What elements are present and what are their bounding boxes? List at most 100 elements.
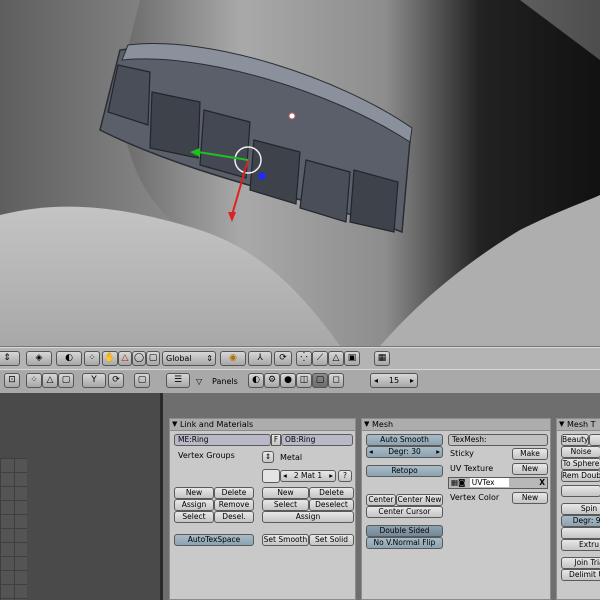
vertex-group-select[interactable]: ⇕ (262, 451, 274, 463)
center-cursor-button[interactable]: Center Cursor (366, 506, 443, 518)
no-vnormal-flip-label: No V.Normal Flip (373, 538, 436, 547)
spin-button[interactable]: Spin (561, 503, 600, 515)
vertex-select-button[interactable]: ⁘ (84, 351, 100, 366)
frame-number-field[interactable]: ◂ 15 ▸ (370, 373, 418, 388)
center-cursor-label: Center Cursor (378, 507, 431, 516)
material-index-field[interactable]: ◂ 2 Mat 1 ▸ (280, 470, 336, 482)
cube-icon: ▣ (347, 353, 357, 363)
subdivide-button[interactable]: S (589, 434, 600, 446)
scale-widget-button[interactable]: ▢ (146, 351, 160, 366)
new-label: New (521, 493, 539, 502)
pivot-select[interactable]: ◉ (220, 351, 246, 366)
material-help-button[interactable]: ? (338, 470, 352, 482)
hand-button[interactable]: ✋ (102, 351, 118, 366)
delimit-uv-button[interactable]: Delimit UV (561, 569, 600, 581)
proportional-edit-button[interactable]: ⟳ (274, 351, 292, 366)
script-context-button[interactable]: ⚙ (264, 373, 280, 388)
mesh-name-field[interactable]: ME:Ring (174, 434, 271, 446)
rotate-widget-button[interactable]: ◯ (132, 351, 146, 366)
degr-90-field[interactable]: Degr: 90 (561, 515, 600, 527)
3d-viewport[interactable] (0, 0, 600, 346)
lock-icon: ▢ (137, 375, 147, 385)
shading-context-button[interactable]: ● (280, 373, 296, 388)
vgroup-select-button[interactable]: Select (174, 511, 214, 523)
make-label: Make (520, 449, 540, 458)
scene-context-button[interactable]: ◻ (328, 373, 344, 388)
material-new-button[interactable]: New (262, 487, 309, 499)
vgroup-delete-button[interactable]: Delete (214, 487, 254, 499)
face-mode-button[interactable]: △ (328, 351, 344, 366)
editing-context-button[interactable]: ▢ (312, 373, 328, 388)
mesh-name-value: ME:Ring (178, 435, 209, 444)
mode-select[interactable]: ◈ (26, 351, 52, 366)
panels-arrow-icon[interactable]: ▽ (196, 377, 202, 387)
link-materials-title[interactable]: ▼ Link and Materials (170, 419, 355, 431)
no-vnormal-flip-toggle[interactable]: No V.Normal Flip (366, 537, 443, 549)
draw-type-select[interactable]: ◐ (56, 351, 82, 366)
edge-mode-button[interactable]: ⟋ (312, 351, 328, 366)
center-button[interactable]: Center (366, 494, 396, 506)
to-sphere-button[interactable]: To Sphere (561, 458, 600, 470)
retopo-toggle[interactable]: Retopo (366, 465, 443, 477)
rem-doubles-button[interactable]: Rem Doub (561, 470, 600, 482)
lock-button[interactable]: ▢ (134, 373, 150, 388)
collapse-icon: ▼ (559, 420, 565, 428)
beauty-toggle[interactable]: Beauty (561, 434, 589, 446)
vgroup-remove-button[interactable]: Remove (214, 499, 254, 511)
manipulator-select[interactable]: ⅄ (248, 351, 272, 366)
noise-button[interactable]: Noise (561, 446, 600, 458)
snap-button[interactable]: ⁘ (26, 373, 42, 388)
autotexspace-toggle[interactable]: AutoTexSpace (174, 534, 254, 546)
auto-smooth-toggle[interactable]: Auto Smooth (366, 434, 443, 446)
vgroup-assign-button[interactable]: Assign (174, 499, 214, 511)
vgroup-new-button[interactable]: New (174, 487, 214, 499)
orientation-select[interactable]: Global ⇕ (162, 351, 216, 366)
arrow-right-icon: ▸ (436, 447, 440, 456)
collapse-icon: ▼ (364, 420, 370, 428)
logic-context-button[interactable]: ◐ (248, 373, 264, 388)
uvtex-layer-row[interactable]: ▦◙ UVTex X (448, 477, 548, 489)
buttons-window-type[interactable]: ☰ (166, 373, 190, 388)
vertex-mode-button[interactable]: ⁛ (296, 351, 312, 366)
set-smooth-button[interactable]: Set Smooth (262, 534, 309, 546)
double-sided-toggle[interactable]: Double Sided (366, 525, 443, 537)
window-type-button[interactable]: ⊡ (4, 373, 20, 388)
material-color-swatch[interactable] (262, 469, 280, 483)
uv-texture-new-button[interactable]: New (512, 463, 548, 475)
material-deselect-button[interactable]: Deselect (309, 499, 354, 511)
object-mode-icon: ◈ (35, 353, 43, 363)
occlude-button[interactable]: ▣ (344, 351, 360, 366)
degr-field[interactable]: ◂ Degr: 30 ▸ (366, 446, 443, 458)
blank-button[interactable] (561, 485, 600, 497)
uvtex-delete-icon[interactable]: X (539, 478, 545, 488)
translate-widget-button[interactable]: △ (118, 351, 132, 366)
link-materials-panel: ▼ Link and Materials ME:Ring F OB:Ring Ve… (169, 418, 356, 600)
object-name-field[interactable]: OB:Ring (281, 434, 353, 446)
fake-user-button[interactable]: F (271, 434, 281, 446)
square-button[interactable]: ▢ (58, 373, 74, 388)
join-tria-button[interactable]: Join Tria (561, 557, 600, 569)
view-menu-button[interactable]: ⇕ (0, 351, 20, 366)
render-button[interactable]: ▦ (374, 351, 390, 366)
filter-select[interactable]: Y (82, 373, 106, 388)
material-delete-button[interactable]: Delete (309, 487, 354, 499)
material-select-button[interactable]: Select (262, 499, 309, 511)
set-solid-button[interactable]: Set Solid (309, 534, 354, 546)
tri-button[interactable]: △ (42, 373, 58, 388)
sticky-make-button[interactable]: Make (512, 448, 548, 460)
mesh-tools-title[interactable]: ▼ Mesh T (557, 419, 600, 431)
window-type-icon: ⊡ (8, 375, 16, 385)
left-pane[interactable] (0, 393, 160, 600)
extrude-button[interactable]: Extru (561, 539, 600, 551)
texmesh-field[interactable]: TexMesh: (448, 434, 548, 446)
z-axis-handle[interactable] (258, 172, 266, 180)
vgroup-desel-button[interactable]: Desel. (214, 511, 254, 523)
center-new-button[interactable]: Center New (396, 494, 443, 506)
mesh-panel-title[interactable]: ▼ Mesh (362, 419, 550, 431)
steps-button[interactable] (561, 527, 600, 539)
object-context-button[interactable]: ◫ (296, 373, 312, 388)
vertex-color-new-button[interactable]: New (512, 492, 548, 504)
link-button[interactable]: ⟳ (108, 373, 124, 388)
material-assign-button[interactable]: Assign (262, 511, 354, 523)
arrow-left-icon: ◂ (374, 376, 379, 385)
